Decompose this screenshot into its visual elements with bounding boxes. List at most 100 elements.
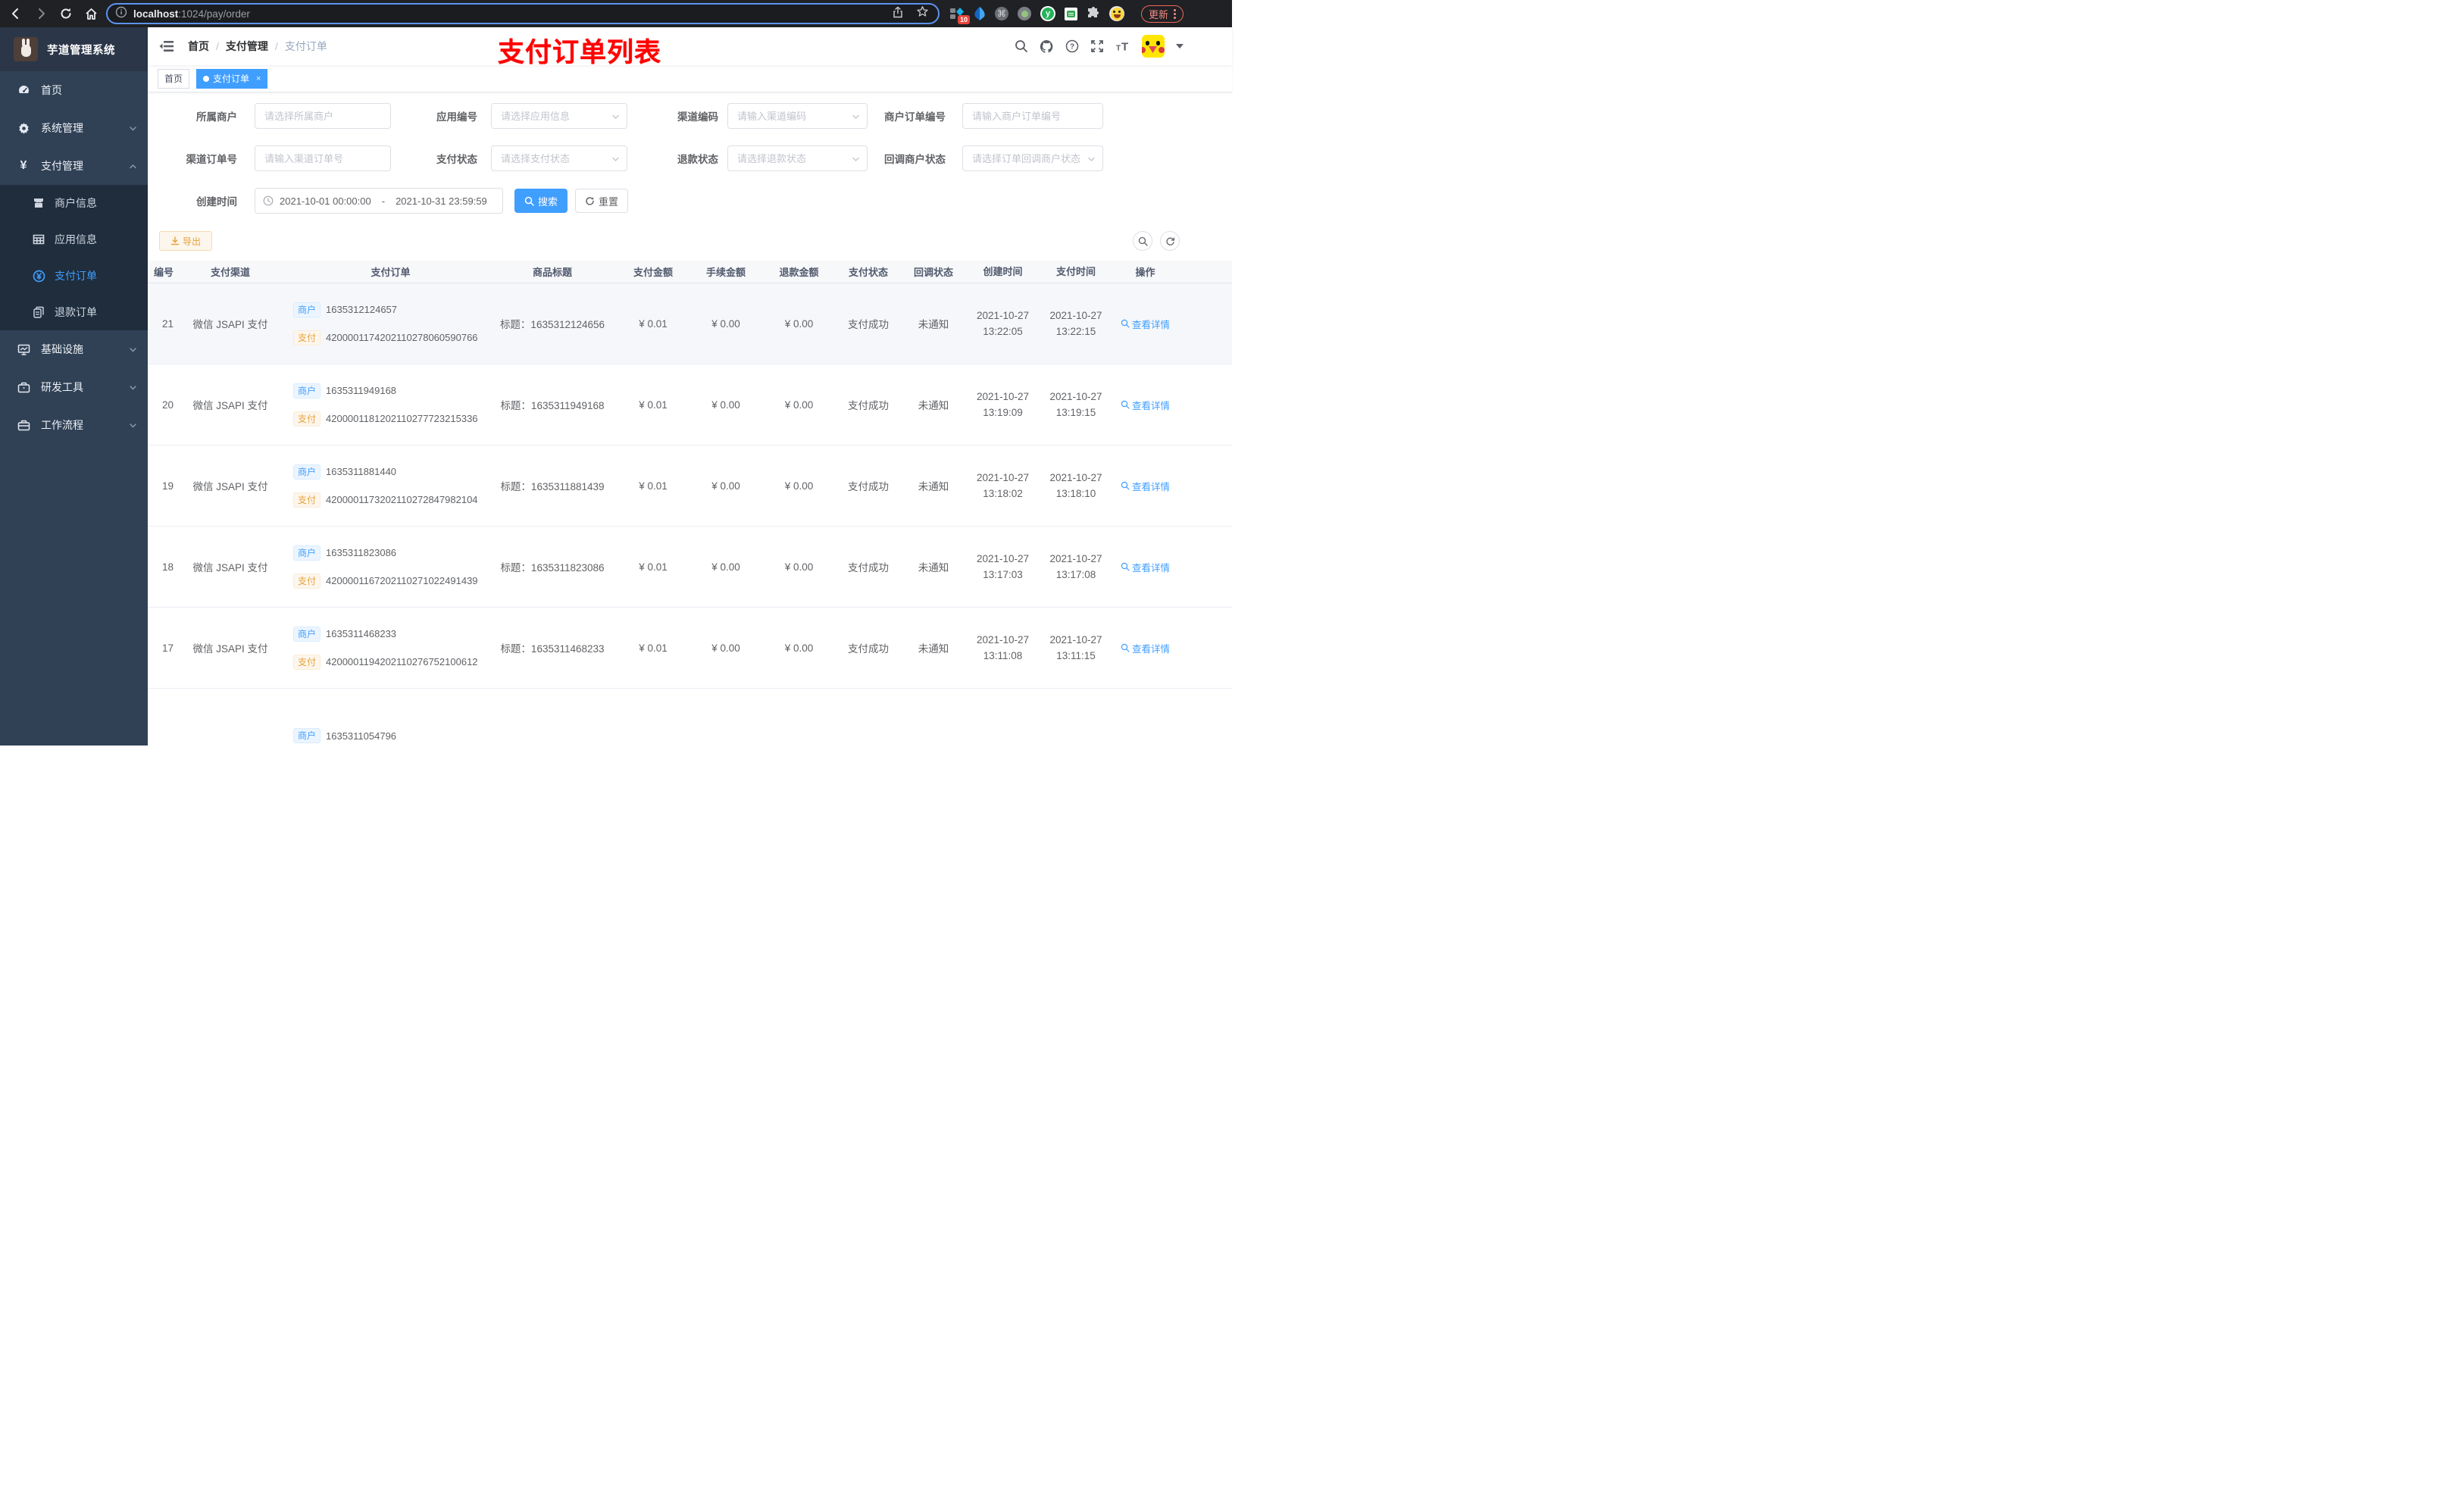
hide-search-button[interactable]: [1133, 231, 1152, 251]
github-icon[interactable]: [1040, 39, 1054, 54]
filter-label-notify-status: 回调商户状态: [884, 154, 946, 165]
browser-reload-button[interactable]: [58, 5, 74, 22]
order-id: 17: [161, 642, 174, 654]
browser-forward-button[interactable]: [33, 5, 49, 22]
sidebar-item-pay-order[interactable]: 支付订单: [0, 258, 148, 294]
extension-sketch-icon[interactable]: [974, 7, 986, 20]
sidebar-item-app-info[interactable]: 应用信息: [0, 221, 148, 258]
fee-amount: ¥ 0.00: [711, 399, 740, 411]
tag-close-icon[interactable]: ×: [256, 74, 261, 83]
extension-dot-icon[interactable]: [1018, 7, 1031, 20]
tag-pay-order[interactable]: 支付订单 ×: [196, 68, 268, 89]
extension-chat-icon[interactable]: [1065, 7, 1077, 20]
date-start[interactable]: 2021-10-01 00:00:00: [280, 195, 371, 207]
fullscreen-icon[interactable]: [1090, 39, 1104, 53]
extension-y-icon[interactable]: y: [1040, 6, 1055, 21]
tag-home[interactable]: 首页: [158, 68, 190, 89]
pay-order-no: 4200001194202110276752100612: [326, 656, 478, 667]
extensions-puzzle-icon[interactable]: [1087, 7, 1100, 20]
export-button[interactable]: 导出: [159, 231, 212, 251]
breadcrumb-current: 支付订单: [284, 40, 327, 52]
create-time-range-picker[interactable]: 2021-10-01 00:00:00 - 2021-10-31 23:59:5…: [255, 188, 503, 214]
refund-amount: ¥ 0.00: [784, 561, 814, 573]
refund-status-select[interactable]: [727, 145, 868, 171]
sidebar-item-payment[interactable]: ¥ 支付管理: [0, 147, 148, 185]
product-title: 标题：1635311468233: [500, 643, 605, 655]
notify-status-select[interactable]: [962, 145, 1103, 171]
pay-status: 支付成功: [848, 643, 889, 655]
refund-icon: [32, 306, 45, 318]
merchant-order-no: 1635311949168: [326, 385, 397, 396]
share-icon[interactable]: [892, 6, 904, 22]
sidebar-item-home[interactable]: 首页: [0, 71, 148, 109]
pay-status-select[interactable]: [491, 145, 627, 171]
chrome-update-button[interactable]: 更新: [1141, 5, 1184, 23]
tools-icon: [17, 381, 30, 394]
merchant-tag: 商户: [293, 545, 321, 561]
app-title: 芋道管理系统: [47, 44, 115, 57]
pay-order-no: 4200001167202110271022491439: [326, 575, 478, 586]
view-detail-link[interactable]: 查看详情: [1121, 479, 1170, 493]
notify-status: 未通知: [918, 481, 949, 492]
sidebar-item-merchant-info[interactable]: 商户信息: [0, 185, 148, 221]
site-info-icon[interactable]: [115, 6, 127, 22]
pay-order-cell: 商户 1635311823086 支付 4200001167202110271022…: [287, 545, 488, 589]
sidebar-item-workflow[interactable]: 工作流程: [0, 406, 148, 444]
table-row: 20 微信 JSAPI 支付 商户 1635311949168 支付 4200001…: [148, 364, 1232, 445]
top-navbar: 首页 / 支付管理 / 支付订单 支付订单列表 ? T T: [148, 27, 1232, 67]
sidebar-item-refund-order[interactable]: 退款订单: [0, 294, 148, 330]
pay-order-no: 4200001174202110278060590766: [326, 332, 478, 343]
browser-back-button[interactable]: [8, 5, 24, 22]
breadcrumb-parent[interactable]: 支付管理: [226, 39, 268, 54]
avatar-caret-icon[interactable]: [1176, 44, 1184, 48]
browser-home-button[interactable]: [83, 5, 99, 22]
sidebar-toggle-icon[interactable]: [159, 39, 174, 54]
user-avatar[interactable]: [1142, 35, 1165, 58]
browser-menu-icon[interactable]: [1174, 12, 1177, 15]
search-icon[interactable]: [1015, 39, 1028, 53]
pay-status: 支付成功: [848, 562, 889, 574]
order-id: 21: [161, 317, 174, 330]
url-text[interactable]: localhost:1024/pay/order: [133, 8, 250, 20]
order-id: 18: [161, 561, 174, 573]
search-button[interactable]: 搜索: [514, 189, 568, 213]
app-logo[interactable]: 芋道管理系统: [0, 27, 148, 71]
extension-tag-manager-icon[interactable]: 10: [949, 6, 970, 24]
table-row-partial: 商户 1635311054796: [148, 689, 1232, 746]
profile-emoji-icon[interactable]: [1109, 6, 1124, 21]
reset-button[interactable]: 重置: [575, 189, 628, 213]
tags-view: 首页 支付订单 ×: [148, 65, 1232, 92]
view-detail-link[interactable]: 查看详情: [1121, 560, 1170, 574]
breadcrumb-home[interactable]: 首页: [188, 39, 209, 54]
pay-status: 支付成功: [848, 319, 889, 330]
date-end[interactable]: 2021-10-31 23:59:59: [396, 195, 487, 207]
pay-channel: 微信 JSAPI 支付: [192, 481, 268, 492]
help-icon[interactable]: ?: [1065, 39, 1079, 53]
sidebar-item-system[interactable]: 系统管理: [0, 109, 148, 147]
channel-order-no-input[interactable]: [255, 145, 391, 171]
refresh-button[interactable]: [1160, 231, 1180, 251]
sidebar-item-infrastructure[interactable]: 基础设施: [0, 330, 148, 368]
view-detail-link[interactable]: 查看详情: [1121, 398, 1170, 412]
filter-label-refund-status: 退款状态: [677, 154, 718, 165]
fee-amount: ¥ 0.00: [711, 480, 740, 492]
merchant-select[interactable]: [255, 103, 391, 129]
extension-command-icon[interactable]: ⌘: [995, 7, 1008, 20]
address-bar[interactable]: localhost:1024/pay/order: [106, 3, 940, 24]
pay-time: 2021-10-27 13:18:10: [1049, 472, 1102, 499]
app-select[interactable]: [491, 103, 627, 129]
active-dot: [203, 75, 210, 82]
merchant-order-no-input[interactable]: [962, 103, 1103, 129]
font-size-icon[interactable]: TT: [1115, 39, 1130, 54]
pay-status: 支付成功: [848, 400, 889, 411]
bookmark-star-icon[interactable]: [916, 5, 929, 22]
view-detail-link[interactable]: 查看详情: [1121, 317, 1170, 331]
create-time: 2021-10-27 13:17:03: [976, 553, 1030, 580]
sidebar-item-dev-tools[interactable]: 研发工具: [0, 368, 148, 406]
create-time: 2021-10-27 13:22:05: [976, 310, 1030, 337]
fee-amount: ¥ 0.00: [711, 642, 740, 654]
pay-time: 2021-10-27 13:22:15: [1049, 310, 1102, 337]
channel-code-select[interactable]: [727, 103, 868, 129]
merchant-order-no: 1635311823086: [326, 547, 397, 558]
view-detail-link[interactable]: 查看详情: [1121, 641, 1170, 655]
